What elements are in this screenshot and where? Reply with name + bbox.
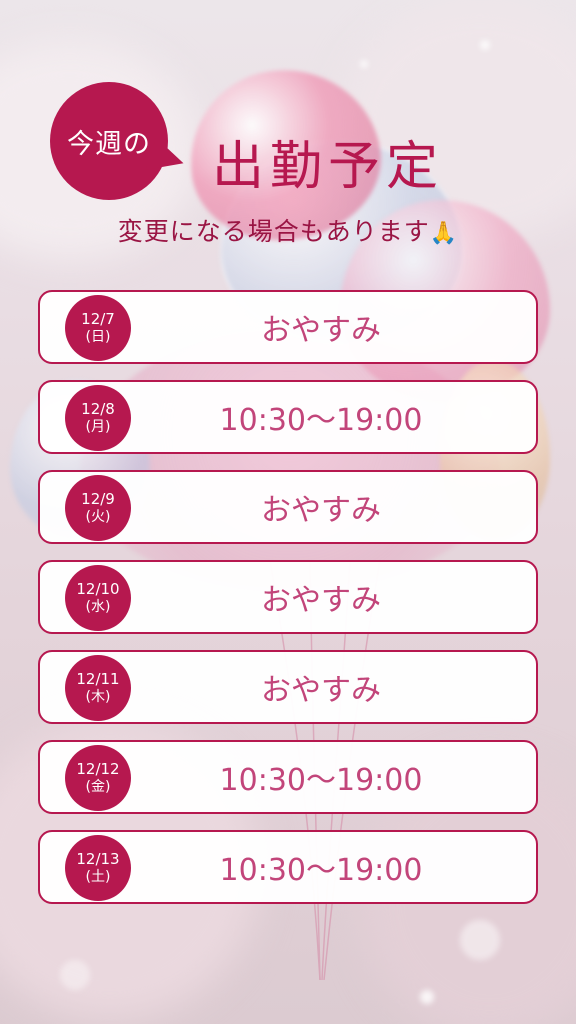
row-weekday: (日) [85,328,111,345]
sparkle [480,40,490,50]
date-circle: 12/8 (月) [65,385,131,451]
schedule-row: 12/13 (土) 10:30〜19:00 [38,830,538,904]
date-circle: 12/13 (土) [65,835,131,901]
row-shift: 10:30〜19:00 [219,853,423,888]
sparkle [60,960,90,990]
schedule-row: 12/7 (日) おやすみ [38,290,538,364]
sparkle [420,990,434,1004]
schedule-row: 12/12 (金) 10:30〜19:00 [38,740,538,814]
subtitle-text: 変更になる場合もあります [117,217,430,246]
row-weekday: (木) [85,688,111,705]
date-circle: 12/11 (木) [65,655,131,721]
row-shift: おやすみ [261,583,381,618]
schedule-row: 12/8 (月) 10:30〜19:00 [38,380,538,454]
row-weekday: (水) [85,598,111,615]
row-shift: おやすみ [261,673,381,708]
schedule-row: 12/11 (木) おやすみ [38,650,538,724]
row-weekday: (金) [85,778,111,795]
row-shift: 10:30〜19:00 [219,763,423,798]
page-title: 出勤予定 [212,137,445,197]
date-circle: 12/9 (火) [65,475,131,541]
date-circle: 12/10 (水) [65,565,131,631]
schedule-row: 12/9 (火) おやすみ [38,470,538,544]
row-date: 12/8 [81,399,115,418]
sparkle [360,60,368,68]
row-weekday: (月) [85,418,111,435]
row-weekday: (土) [85,868,111,885]
row-date: 12/13 [76,849,120,868]
row-weekday: (火) [85,508,111,525]
row-date: 12/12 [76,759,120,778]
schedule-row: 12/10 (水) おやすみ [38,560,538,634]
pray-hands-icon: 🙏 [429,221,459,246]
row-shift: 10:30〜19:00 [219,403,423,438]
row-shift: おやすみ [261,493,381,528]
date-circle: 12/7 (日) [65,295,131,361]
badge-label: 今週の [67,128,151,160]
row-date: 12/7 [81,309,115,328]
date-circle: 12/12 (金) [65,745,131,811]
row-date: 12/10 [76,579,120,598]
sparkle [460,920,500,960]
row-date: 12/11 [76,669,120,688]
row-shift: おやすみ [261,313,381,348]
schedule-list: 12/7 (日) おやすみ 12/8 (月) 10:30〜19:00 12/9 … [38,290,538,920]
subtitle: 変更になる場合もあります🙏 [0,212,576,248]
row-date: 12/9 [81,489,115,508]
